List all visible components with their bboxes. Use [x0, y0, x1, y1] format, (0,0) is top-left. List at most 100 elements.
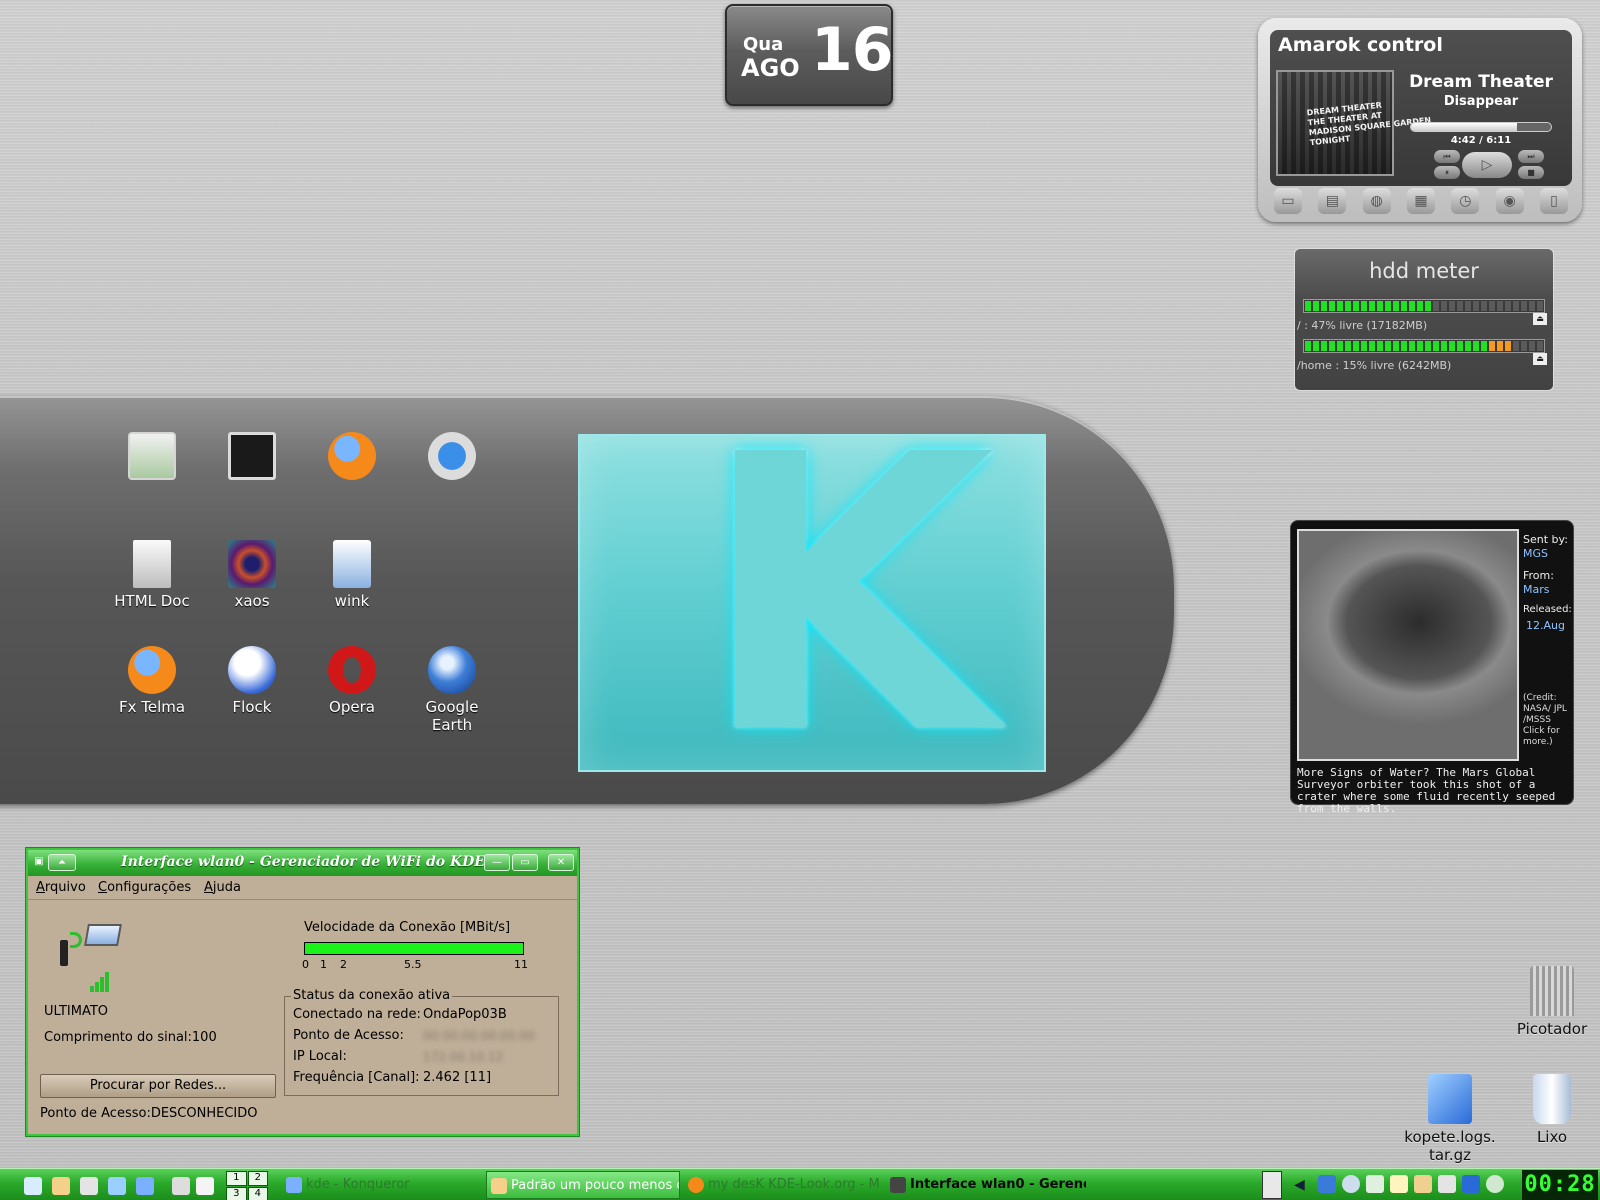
hdd-segment: [1425, 341, 1431, 351]
signal-icon[interactable]: [1366, 1175, 1384, 1193]
task-wifi-manager[interactable]: Interface wlan0 - Gerencia: [886, 1171, 1086, 1199]
desktop-icon-wink[interactable]: wink: [300, 540, 404, 610]
desktop-icon-fx-telma[interactable]: Fx Telma: [100, 646, 204, 716]
from-label: From:: [1523, 569, 1554, 582]
update-icon[interactable]: [1486, 1175, 1504, 1193]
task-label: my desK KDE-Look.org - M: [708, 1177, 880, 1192]
released-value[interactable]: 12.Aug: [1526, 619, 1565, 633]
task-label: kde - Konqueror: [306, 1177, 410, 1192]
window-titlebar[interactable]: ▣ ⏶ Interface wlan0 - Gerenciador de WiF…: [28, 850, 577, 876]
window-menu-icon[interactable]: ▣: [32, 854, 46, 871]
magnifier-icon[interactable]: [172, 1177, 190, 1195]
hdd-segment: [1473, 341, 1479, 351]
desktop-icon-terminal[interactable]: [200, 432, 304, 480]
window-list-icon[interactable]: [80, 1177, 98, 1195]
document-icon[interactable]: ▤: [1318, 188, 1347, 214]
close-button[interactable]: ✕: [548, 854, 574, 871]
icon-label: kopete.logs. tar.gz: [1404, 1128, 1496, 1164]
star-icon[interactable]: [108, 1177, 126, 1195]
system-monitor-icon[interactable]: [1262, 1171, 1282, 1199]
hdd-segment: [1521, 301, 1527, 311]
home-icon[interactable]: [24, 1177, 42, 1195]
desktop-4[interactable]: 4: [247, 1186, 268, 1200]
credit-text[interactable]: (Credit: NASA/ JPL /MSSS Click for more.…: [1523, 693, 1575, 748]
desktop-icon-settings[interactable]: [100, 432, 204, 480]
gear-globe-icon: [428, 432, 476, 480]
clock[interactable]: 00:28: [1522, 1170, 1598, 1200]
icon-label: wink: [334, 592, 370, 610]
maximize-button[interactable]: ▭: [512, 854, 538, 871]
sound-icon[interactable]: [1438, 1175, 1456, 1193]
next-button[interactable]: ⏭: [1518, 150, 1544, 163]
shredder-icon: [1530, 966, 1574, 1016]
network-icon[interactable]: [136, 1177, 154, 1195]
harddrive-icon[interactable]: ▭: [1274, 188, 1302, 214]
search-icon[interactable]: [1342, 1175, 1360, 1193]
eject-icon[interactable]: ⏏: [1533, 353, 1547, 365]
desktop-icon-picotador[interactable]: Picotador: [1500, 966, 1600, 1038]
stop-button[interactable]: ■: [1518, 166, 1544, 179]
shield-icon[interactable]: [1318, 1175, 1336, 1193]
hdd-segment: [1537, 341, 1543, 351]
task-padrao[interactable]: Padrão um pouco menos c: [486, 1171, 680, 1199]
scan-networks-button[interactable]: Procurar por Redes...: [40, 1074, 276, 1098]
task-label: Interface wlan0 - Gerencia: [910, 1177, 1086, 1192]
desktop-2[interactable]: 2: [247, 1171, 268, 1186]
k-logo-panel: K: [578, 406, 1046, 786]
task-konqueror[interactable]: kde - Konqueror: [282, 1171, 482, 1199]
mars-crater-photo[interactable]: [1297, 529, 1519, 761]
sent-by-value[interactable]: MGS: [1523, 547, 1548, 561]
desktop-icon-google-earth[interactable]: Google Earth: [400, 646, 504, 734]
menu-configuracoes[interactable]: Configurações: [98, 880, 191, 895]
bluetooth-icon[interactable]: [1462, 1175, 1480, 1193]
desktop-icon-lixo[interactable]: Lixo: [1500, 1074, 1600, 1146]
previous-button[interactable]: ⏮: [1434, 150, 1460, 163]
cd-icon[interactable]: ◉: [1495, 188, 1524, 214]
album-cover[interactable]: DREAM THEATER THE THEATER AT MADISON SQU…: [1276, 70, 1432, 176]
hdd-segment: [1353, 341, 1359, 351]
minimize-button[interactable]: —: [484, 854, 510, 871]
desktop-icon-firefox[interactable]: [300, 432, 404, 480]
hdd-segment: [1361, 341, 1367, 351]
desktop-icon-flock[interactable]: Flock: [200, 646, 304, 716]
user-icon[interactable]: [1414, 1175, 1432, 1193]
desktop-icon-opera[interactable]: Opera: [300, 646, 404, 716]
hdd-segment: [1457, 341, 1463, 351]
from-value[interactable]: Mars: [1523, 583, 1550, 597]
clock-icon[interactable]: ◷: [1451, 188, 1480, 214]
task-kde-look[interactable]: my desK KDE-Look.org - M: [684, 1171, 884, 1199]
display-icon[interactable]: ▯: [1539, 188, 1568, 214]
virtual-desktop-pager[interactable]: 1 2 3 4: [226, 1171, 268, 1200]
icon-label: xaos: [234, 592, 270, 610]
desktop-1[interactable]: 1: [226, 1171, 247, 1186]
hdd-segment: [1345, 341, 1351, 351]
amarok-title: Amarok control: [1278, 34, 1443, 56]
clipboard-icon[interactable]: [196, 1177, 214, 1195]
status-value: 172.00.10.12: [423, 1050, 504, 1064]
mars-photo-widget[interactable]: Sent by: MGS From: Mars Released: 12.Aug…: [1290, 520, 1575, 815]
calculator-icon[interactable]: ▦: [1406, 188, 1435, 214]
hdd-segment: [1521, 341, 1527, 351]
desktop-3[interactable]: 3: [226, 1186, 247, 1200]
track-progress-bar[interactable]: [1410, 122, 1552, 132]
globe-icon[interactable]: ◍: [1362, 188, 1391, 214]
klipper-icon[interactable]: [1390, 1175, 1408, 1193]
hdd-segment: [1505, 341, 1511, 351]
hdd-segment: [1417, 341, 1423, 351]
desktop-icon-xaos[interactable]: xaos: [200, 540, 304, 610]
menu-ajuda[interactable]: Ajuda: [204, 880, 241, 895]
desktop-icon-konqueror[interactable]: [400, 432, 504, 480]
folder-icon[interactable]: [52, 1177, 70, 1195]
status-label: Ponto de Acesso:: [293, 1028, 404, 1043]
menu-arquivo[interactable]: Arquivo: [36, 880, 86, 895]
icon-label: Lixo: [1536, 1128, 1568, 1146]
firefox-icon: [328, 432, 376, 480]
eject-icon[interactable]: ⏏: [1533, 313, 1547, 325]
play-button[interactable]: ▷: [1462, 152, 1512, 178]
tray-collapse-icon[interactable]: ◀: [1294, 1177, 1305, 1193]
status-value: OndaPop03B: [423, 1007, 507, 1022]
desktop-icon-kopete-logs[interactable]: kopete.logs. tar.gz: [1398, 1074, 1502, 1164]
pause-button[interactable]: ⏸: [1434, 166, 1460, 179]
settings-document-icon: [333, 540, 371, 588]
desktop-icon-html-doc[interactable]: HTML Doc: [100, 540, 204, 610]
